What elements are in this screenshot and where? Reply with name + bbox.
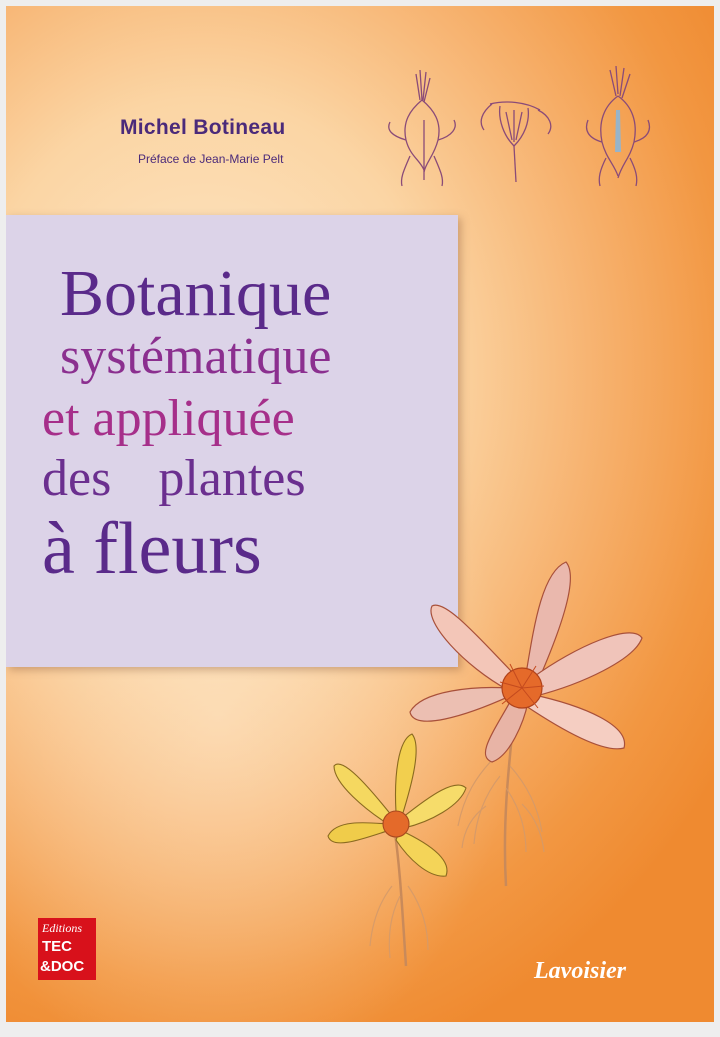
logo-editions-text: Editions <box>42 921 83 935</box>
logo-tec-text: TEC <box>42 938 72 955</box>
page: Michel Botineau Préface de Jean-Marie Pe… <box>0 0 720 1037</box>
book-cover: Michel Botineau Préface de Jean-Marie Pe… <box>6 6 714 1022</box>
title-line-5: à fleurs <box>42 508 262 590</box>
title-line-2: systématique <box>60 328 332 385</box>
flower-dissection-illustration <box>388 65 651 187</box>
logo-doc-text: &DOC <box>40 958 85 975</box>
dissection-drawing-left <box>388 69 456 187</box>
publisher-name: Lavoisier <box>534 958 626 984</box>
preface-credit: Préface de Jean-Marie Pelt <box>138 152 284 166</box>
editions-tec-doc-logo: Editions TEC &DOC <box>38 918 96 980</box>
dissection-drawing-middle <box>480 101 552 183</box>
pink-pasque-flower <box>409 561 643 763</box>
title-line-1: Botanique <box>60 257 332 330</box>
title-line-4: des plantes <box>42 450 306 507</box>
author-name: Michel Botineau <box>120 116 286 139</box>
title-line-3: et appliquée <box>42 390 295 447</box>
pasque-flower-illustration <box>327 561 643 967</box>
